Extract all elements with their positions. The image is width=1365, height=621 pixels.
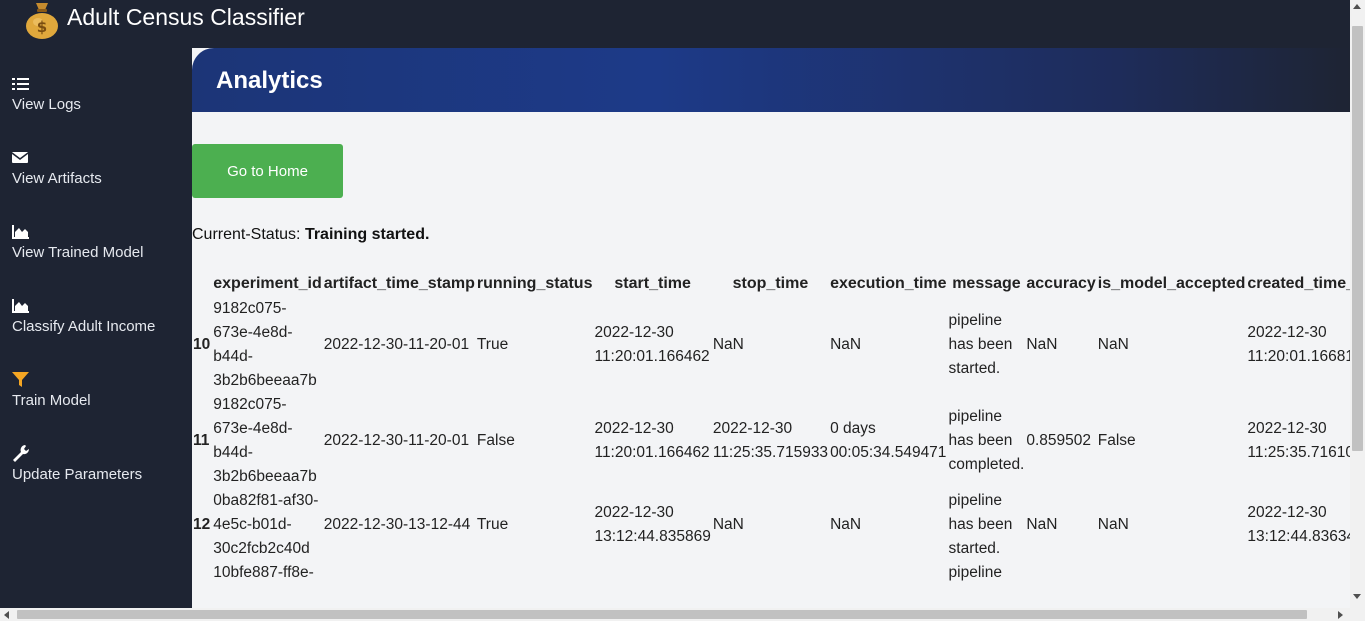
scroll-left-arrow-icon[interactable] xyxy=(4,611,9,619)
envelope-icon xyxy=(12,152,29,163)
table-row: 10bfe887-ff8e- pipeline xyxy=(192,561,1350,585)
area-chart-icon xyxy=(12,299,29,313)
cell-message: pipeline has been started. xyxy=(948,492,1013,557)
cell-experiment-id: 9182c075-673e-4e8d-b44d-3b2b6beeaa7b xyxy=(213,396,317,485)
cell-running-status xyxy=(476,561,594,585)
column-header: message xyxy=(952,274,1021,292)
column-header: is_model_accepted xyxy=(1097,274,1246,292)
filter-icon xyxy=(12,372,29,387)
cell-accuracy: NaN xyxy=(1026,336,1058,353)
scroll-down-arrow-icon[interactable] xyxy=(1353,594,1361,599)
sidebar-item-view-trained-model[interactable]: View Trained Model xyxy=(12,222,143,261)
row-index xyxy=(192,561,212,585)
cell-artifact-time-stamp: 2022-12-30-11-20-01 xyxy=(323,432,470,449)
app-title: Adult Census Classifier xyxy=(67,4,305,30)
cell-is-model-accepted: NaN xyxy=(1097,516,1129,533)
table-row: 12 0ba82f81-af30-4e5c-b01d-30c2fcb2c40d … xyxy=(192,489,1350,561)
row-index: 11 xyxy=(193,432,210,449)
cell-running-status: False xyxy=(476,432,515,449)
cell-execution-time xyxy=(829,561,947,585)
column-header: execution_time xyxy=(830,274,947,292)
page-title: Analytics xyxy=(216,67,323,94)
cell-execution-time: NaN xyxy=(830,336,862,353)
column-header: accuracy xyxy=(1026,274,1096,292)
sidebar-item-label: View Trained Model xyxy=(12,244,144,261)
money-bag-icon: $ xyxy=(26,3,58,39)
cell-start-time: 2022-12-30 11:20:01.166462 xyxy=(594,420,710,461)
sidebar-item-label: Update Parameters xyxy=(12,466,143,483)
cell-stop-time: 2022-12-30 11:25:35.715933 xyxy=(712,420,829,461)
sidebar-item-classify-adult-income[interactable]: Classify Adult Income xyxy=(12,296,155,335)
experiments-table: experiment_id artifact_time_stamp runnin… xyxy=(192,270,1350,585)
column-header: experiment_id xyxy=(213,274,322,292)
index-header xyxy=(192,270,212,297)
sidebar-item-label: View Artifacts xyxy=(12,170,102,187)
cell-is-model-accepted: NaN xyxy=(1097,336,1129,353)
cell-start-time xyxy=(593,561,711,585)
table-row: 10 9182c075-673e-4e8d-b44d-3b2b6beeaa7b … xyxy=(192,297,1350,393)
cell-accuracy: 0.859502 xyxy=(1026,432,1092,449)
cell-experiment-id: 9182c075-673e-4e8d-b44d-3b2b6beeaa7b xyxy=(213,300,317,389)
cell-stop-time: NaN xyxy=(712,336,744,353)
column-header: start_time xyxy=(614,274,691,292)
cell-running-status: True xyxy=(476,516,509,533)
column-header: stop_time xyxy=(732,274,809,292)
sidebar-item-train-model[interactable]: Train Model xyxy=(12,370,91,409)
main-content: Analytics Go to Home Current-Status: Tra… xyxy=(192,48,1350,608)
cell-stop-time xyxy=(712,561,829,585)
vertical-scrollbar[interactable] xyxy=(1350,0,1365,608)
cell-running-status: True xyxy=(476,336,509,353)
cell-execution-time: NaN xyxy=(830,516,862,533)
cell-accuracy xyxy=(1025,561,1096,585)
cell-created-time-stamp: 2022-12-30 11:20:01.166813 xyxy=(1247,324,1350,365)
wrench-icon xyxy=(13,445,30,462)
sidebar-item-label: View Logs xyxy=(12,96,81,113)
horizontal-scrollbar[interactable] xyxy=(0,608,1365,621)
cell-stop-time: NaN xyxy=(712,516,744,533)
cell-message: pipeline has been started. xyxy=(948,312,1013,377)
scroll-up-arrow-icon[interactable] xyxy=(1353,4,1361,9)
cell-experiment-id: 10bfe887-ff8e- xyxy=(213,564,314,581)
cell-accuracy: NaN xyxy=(1026,516,1058,533)
cell-execution-time: 0 days 00:05:34.549471 xyxy=(830,420,947,461)
page-header: Analytics xyxy=(192,48,1350,112)
sidebar: View Logs View Artifacts View Trained Mo… xyxy=(0,48,192,608)
cell-message: pipeline has been completed. xyxy=(948,408,1025,473)
cell-start-time: 2022-12-30 11:20:01.166462 xyxy=(594,324,710,365)
svg-text:$: $ xyxy=(37,18,47,36)
area-chart-icon xyxy=(12,225,29,239)
column-header: artifact_time_stamp xyxy=(323,274,475,292)
cell-artifact-time-stamp: 2022-12-30-11-20-01 xyxy=(323,336,470,353)
list-icon xyxy=(12,78,29,90)
sidebar-item-update-parameters[interactable]: Update Parameters xyxy=(12,444,142,483)
cell-is-model-accepted xyxy=(1097,561,1247,585)
sidebar-item-label: Train Model xyxy=(12,392,91,409)
row-index: 10 xyxy=(193,336,211,353)
sidebar-item-view-artifacts[interactable]: View Artifacts xyxy=(12,148,102,187)
status-label: Current-Status: xyxy=(192,226,301,243)
cell-message: pipeline xyxy=(948,564,1002,581)
vertical-scroll-thumb[interactable] xyxy=(1352,26,1363,451)
cell-artifact-time-stamp xyxy=(323,561,476,585)
cell-is-model-accepted: False xyxy=(1097,432,1136,449)
cell-created-time-stamp: 2022-12-30 13:12:44.836343 xyxy=(1247,504,1350,545)
status-value: Training started. xyxy=(304,226,430,243)
horizontal-scroll-thumb[interactable] xyxy=(17,610,1307,619)
sidebar-item-label: Classify Adult Income xyxy=(12,318,156,335)
column-header: created_time_stamp xyxy=(1247,274,1350,292)
table-row: 11 9182c075-673e-4e8d-b44d-3b2b6beeaa7b … xyxy=(192,393,1350,489)
go-to-home-button[interactable]: Go to Home xyxy=(192,144,343,198)
column-header: running_status xyxy=(476,274,593,292)
scroll-right-arrow-icon[interactable] xyxy=(1338,611,1343,619)
cell-artifact-time-stamp: 2022-12-30-13-12-44 xyxy=(323,516,471,533)
cell-created-time-stamp: 2022-12-30 11:25:35.716106 xyxy=(1247,420,1350,461)
top-bar: $ Adult Census Classifier xyxy=(0,0,1350,48)
cell-experiment-id: 0ba82f81-af30-4e5c-b01d-30c2fcb2c40d xyxy=(213,492,319,557)
row-index: 12 xyxy=(193,516,211,533)
cell-start-time: 2022-12-30 13:12:44.835869 xyxy=(594,504,711,545)
cell-created-time-stamp xyxy=(1246,561,1350,585)
current-status: Current-Status: Training started. xyxy=(192,226,429,244)
table-header-row: experiment_id artifact_time_stamp runnin… xyxy=(192,270,1350,297)
sidebar-item-view-logs[interactable]: View Logs xyxy=(12,74,81,113)
